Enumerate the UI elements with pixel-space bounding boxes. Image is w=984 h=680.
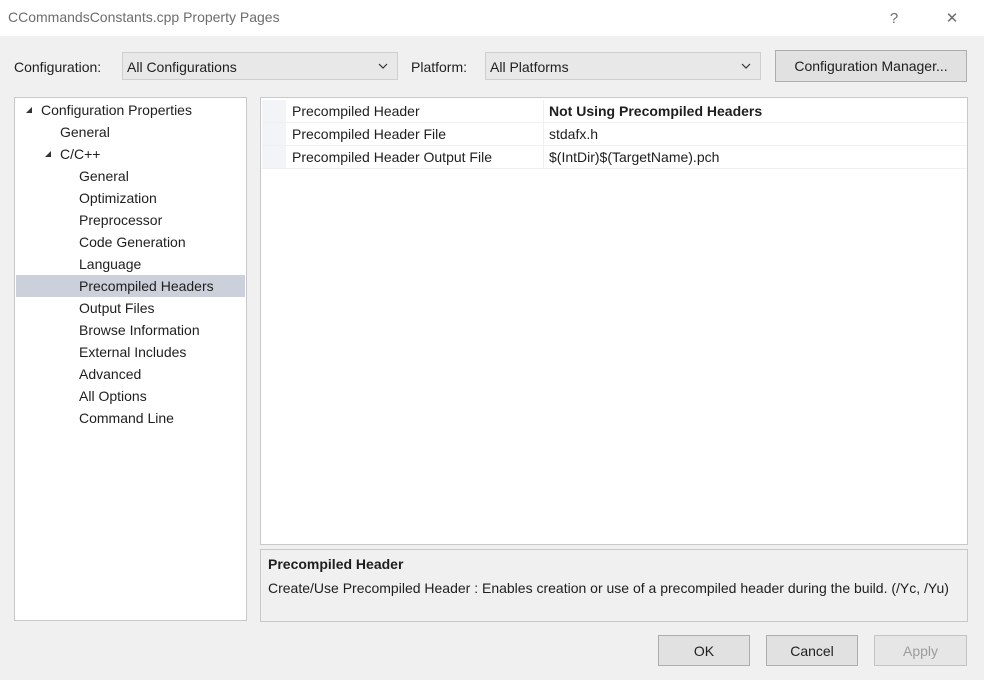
help-icon: ?: [889, 9, 899, 27]
tree-item-external-includes[interactable]: External Includes: [16, 341, 245, 363]
tree-item-optimization[interactable]: Optimization: [16, 187, 245, 209]
tree-item-browse-information[interactable]: Browse Information: [16, 319, 245, 341]
description-text: Create/Use Precompiled Header : Enables …: [268, 580, 949, 596]
tree-item-command-line[interactable]: Command Line: [16, 407, 245, 429]
tree-item-all-options[interactable]: All Options: [16, 385, 245, 407]
tree-item-label: Advanced: [79, 366, 142, 382]
help-button[interactable]: ?: [878, 6, 910, 30]
row-gutter: [262, 100, 286, 122]
tree-item-label: Configuration Properties: [41, 102, 192, 118]
ok-button[interactable]: OK: [658, 635, 750, 666]
tree-item-output-files[interactable]: Output Files: [16, 297, 245, 319]
apply-button[interactable]: Apply: [874, 635, 967, 666]
chevron-down-icon: [741, 63, 751, 69]
window-title: CCommandsConstants.cpp Property Pages: [8, 9, 280, 25]
property-value[interactable]: Not Using Precompiled Headers: [549, 100, 762, 122]
expanded-arrow-icon[interactable]: [44, 150, 52, 158]
tree-item-label: General: [79, 168, 129, 184]
property-row[interactable]: Precompiled Header Not Using Precompiled…: [262, 100, 967, 123]
tree-item-cpp-general[interactable]: General: [16, 165, 245, 187]
description-title: Precompiled Header: [268, 556, 404, 572]
platform-label: Platform:: [411, 59, 468, 75]
tree-item-configuration-properties[interactable]: Configuration Properties: [16, 99, 245, 121]
configuration-select-value: All Configurations: [127, 59, 237, 75]
tree-item-preprocessor[interactable]: Preprocessor: [16, 209, 245, 231]
row-gutter: [262, 146, 286, 168]
platform-select-value: All Platforms: [490, 59, 569, 75]
tree-item-label: All Options: [79, 388, 147, 404]
property-row[interactable]: Precompiled Header Output File $(IntDir)…: [262, 146, 967, 169]
tree-item-precompiled-headers[interactable]: Precompiled Headers: [16, 275, 245, 297]
tree-item-language[interactable]: Language: [16, 253, 245, 275]
property-name: Precompiled Header File: [286, 123, 544, 145]
tree-item-c-cpp[interactable]: C/C++: [16, 143, 245, 165]
close-button[interactable]: ✕: [936, 6, 968, 30]
property-grid: Precompiled Header Not Using Precompiled…: [260, 97, 968, 545]
tree-item-label: Language: [79, 256, 142, 272]
property-value[interactable]: $(IntDir)$(TargetName).pch: [549, 146, 719, 168]
tree-item-general[interactable]: General: [16, 121, 245, 143]
expanded-arrow-icon[interactable]: [25, 106, 33, 114]
close-icon: ✕: [945, 10, 959, 27]
tree-item-advanced[interactable]: Advanced: [16, 363, 245, 385]
tree-item-label: Code Generation: [79, 234, 186, 250]
chevron-down-icon: [378, 63, 388, 69]
tree-item-label: Preprocessor: [79, 212, 163, 228]
tree-item-label: External Includes: [79, 344, 187, 360]
tree-item-label: Browse Information: [79, 322, 200, 338]
property-row[interactable]: Precompiled Header File stdafx.h: [262, 123, 967, 146]
platform-select[interactable]: All Platforms: [485, 52, 761, 80]
title-bar: CCommandsConstants.cpp Property Pages ? …: [0, 0, 984, 36]
property-tree: Configuration Properties General C/C++ G…: [14, 97, 247, 621]
configuration-manager-button[interactable]: Configuration Manager...: [775, 50, 967, 82]
tree-item-label: General: [60, 124, 110, 140]
tree-item-label: Output Files: [79, 300, 155, 316]
cancel-button[interactable]: Cancel: [766, 635, 858, 666]
tree-item-label: Optimization: [79, 190, 157, 206]
property-name: Precompiled Header: [286, 100, 544, 122]
tree-item-label: Command Line: [79, 410, 174, 426]
property-name: Precompiled Header Output File: [286, 146, 544, 168]
configuration-label: Configuration:: [14, 59, 102, 75]
row-gutter: [262, 123, 286, 145]
configuration-select[interactable]: All Configurations: [122, 52, 398, 80]
tree-item-label: C/C++: [60, 146, 101, 162]
description-panel: Precompiled Header Create/Use Precompile…: [260, 549, 968, 622]
tree-item-code-generation[interactable]: Code Generation: [16, 231, 245, 253]
tree-item-label: Precompiled Headers: [79, 278, 214, 294]
property-value[interactable]: stdafx.h: [549, 123, 598, 145]
